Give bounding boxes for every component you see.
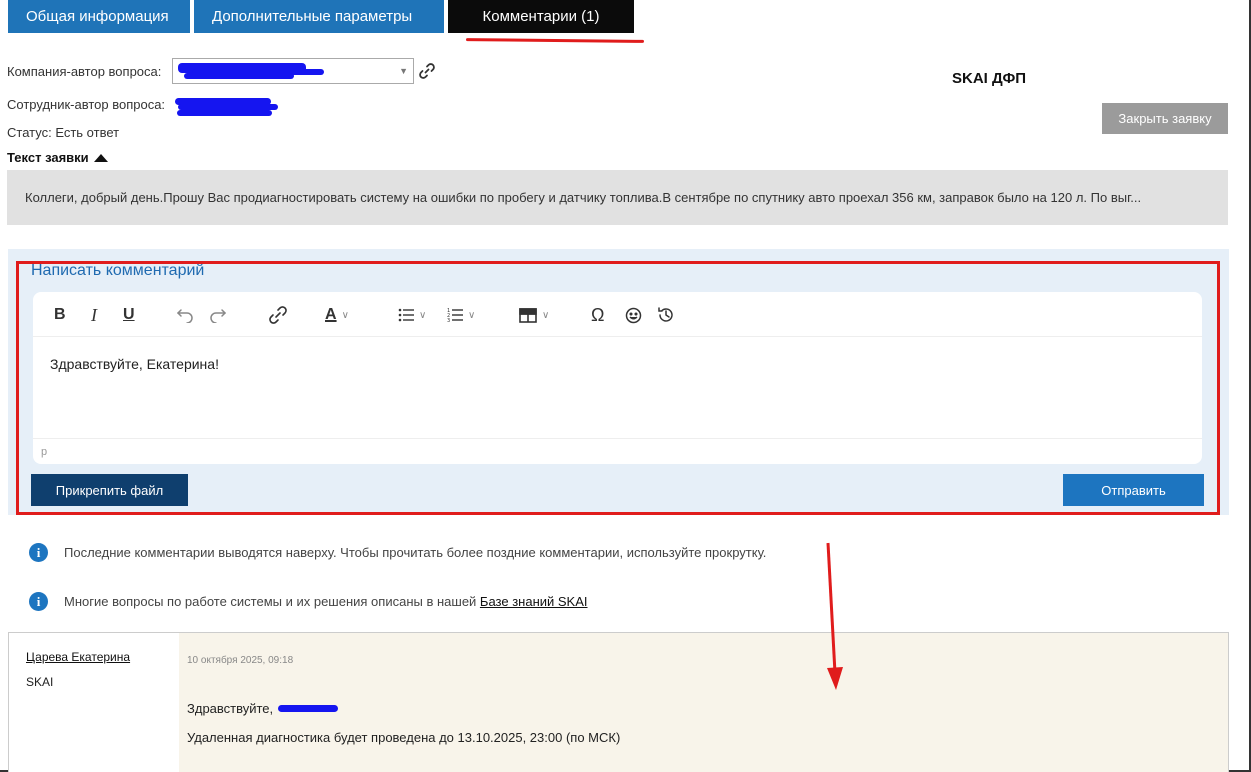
send-button[interactable]: Отправить [1063,474,1204,506]
info-note-text: Последние комментарии выводятся наверху.… [64,545,767,560]
knowledge-base-link[interactable]: Базе знаний SKAI [480,594,588,609]
redaction-mark [278,705,338,712]
rich-text-editor[interactable]: B I U A ∨ ∨ 1 2 3 ∨ ∨ Ω Здравствуйте, Ек… [33,292,1202,464]
table-icon[interactable]: ∨ [519,304,549,326]
tab-comments[interactable]: Комментарии (1) [448,0,634,33]
request-text-toggle[interactable]: Текст заявки [7,150,108,165]
emoji-icon[interactable] [625,304,642,326]
info-icon: i [29,592,48,611]
info-note-scroll: i Последние комментарии выводятся наверх… [29,543,766,562]
undo-icon[interactable] [176,304,194,326]
annotation-arrow [826,542,843,690]
request-text-heading: Текст заявки [7,150,89,165]
comment-text: Удаленная диагностика будет проведена до… [187,730,621,745]
attach-file-button[interactable]: Прикрепить файл [31,474,188,506]
tab-general-info[interactable]: Общая информация [8,0,190,33]
redaction-mark [184,73,294,79]
info-note-prefix: Многие вопросы по работе системы и их ре… [64,594,480,609]
status-label: Статус: Есть ответ [7,125,120,140]
history-icon[interactable] [657,304,675,326]
tab-bar: Общая информация Дополнительные параметр… [8,0,634,33]
employee-label: Сотрудник-автор вопроса: [7,97,166,112]
close-request-button[interactable]: Закрыть заявку [1102,103,1228,134]
bold-icon[interactable]: B [54,304,66,326]
editor-content[interactable]: Здравствуйте, Екатерина! [50,356,219,372]
chevron-down-icon: ▼ [399,66,408,76]
special-char-icon[interactable]: Ω [591,304,604,326]
redo-icon[interactable] [209,304,227,326]
numbered-list-icon[interactable]: 1 2 3 ∨ [447,304,475,326]
company-label: Компания-автор вопроса: [7,64,162,79]
editor-status-path: p [33,438,1202,464]
underline-icon[interactable]: U [123,304,135,326]
comment-author-org: SKAI [26,675,54,689]
svg-text:3: 3 [447,318,450,322]
info-icon: i [29,543,48,562]
comment-greeting: Здравствуйте, [187,701,274,716]
editor-toolbar: B I U A ∨ ∨ 1 2 3 ∨ ∨ Ω [33,292,1202,337]
comment-body-panel [179,633,1228,772]
comment-form-title: Написать комментарий [31,262,205,279]
info-note-text: Многие вопросы по работе системы и их ре… [64,594,588,609]
tab-additional-params[interactable]: Дополнительные параметры [194,0,444,33]
request-text: Коллеги, добрый день.Прошу Вас продиагно… [7,170,1228,225]
text-color-icon[interactable]: A ∨ [325,304,349,326]
annotation-underline [465,38,645,43]
info-note-knowledge-base: i Многие вопросы по работе системы и их … [29,592,588,611]
org-title: SKAI ДФП [952,70,1027,87]
link-icon[interactable] [268,304,288,326]
comment-date: 10 октября 2025, 09:18 [187,655,294,666]
bullet-list-icon[interactable]: ∨ [398,304,426,326]
redaction-mark [177,110,272,116]
collapse-triangle-icon [93,153,108,162]
comment-author-link[interactable]: Царева Екатерина [26,650,130,664]
link-icon[interactable] [418,62,436,80]
italic-icon[interactable]: I [91,304,97,326]
